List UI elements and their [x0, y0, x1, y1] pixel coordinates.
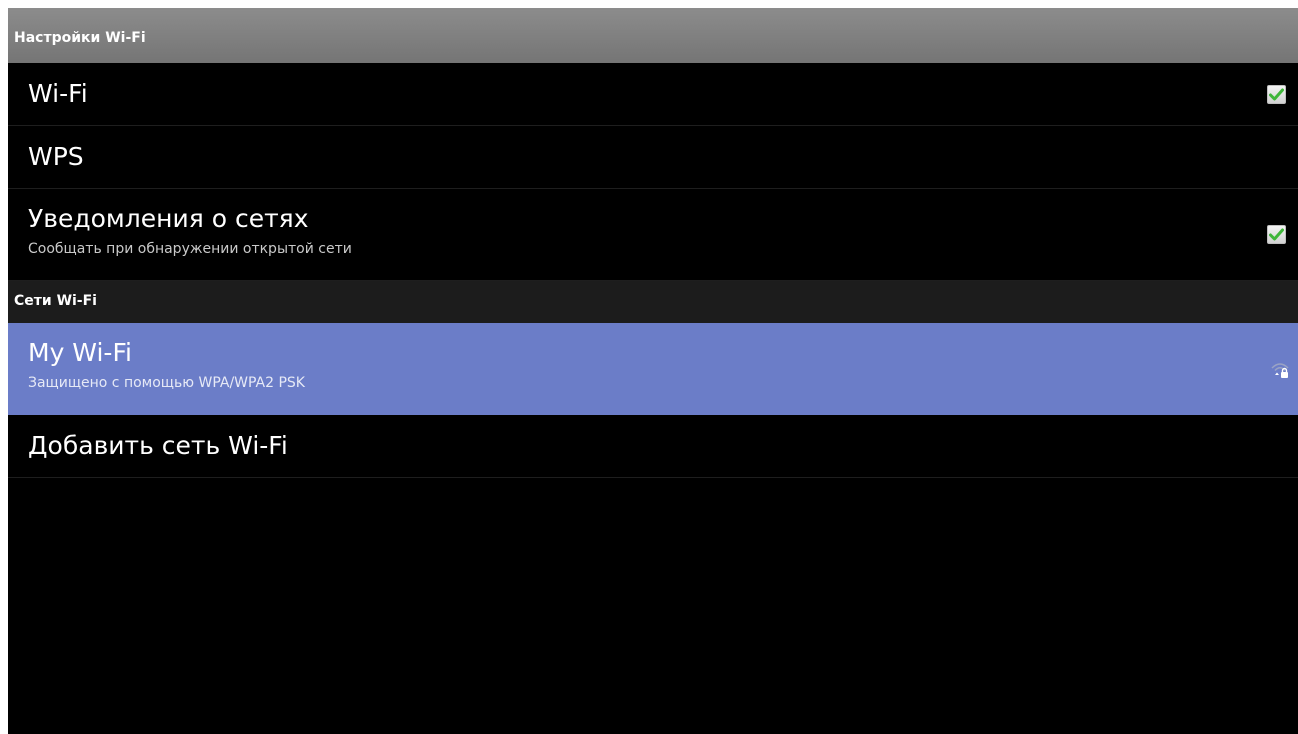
network-notifications-summary: Сообщать при обнаружении открытой сети: [28, 241, 352, 257]
wifi-checkbox[interactable]: [1267, 85, 1286, 104]
check-icon: [1269, 228, 1284, 241]
networks-section-header: Сети Wi-Fi: [8, 281, 1298, 323]
wifi-toggle-row[interactable]: Wi-Fi: [8, 63, 1298, 126]
wps-row[interactable]: WPS: [8, 126, 1298, 189]
add-network-row[interactable]: Добавить сеть Wi-Fi: [8, 415, 1298, 478]
wifi-toggle-label: Wi-Fi: [28, 79, 88, 108]
network-notifications-row[interactable]: Уведомления о сетях Сообщать при обнаруж…: [8, 189, 1298, 281]
network-name: My Wi-Fi: [28, 338, 132, 367]
check-icon: [1269, 88, 1284, 101]
wifi-settings-screen: Настройки Wi-Fi Wi-Fi WPS Уведомления о …: [8, 8, 1298, 734]
network-notifications-label: Уведомления о сетях: [28, 204, 309, 233]
add-network-label: Добавить сеть Wi-Fi: [28, 431, 288, 460]
page-title: Настройки Wi-Fi: [8, 8, 1298, 63]
network-item-my-wifi[interactable]: My Wi-Fi Защищено с помощью WPA/WPA2 PSK: [8, 323, 1298, 415]
network-notifications-checkbox[interactable]: [1267, 225, 1286, 244]
network-security: Защищено с помощью WPA/WPA2 PSK: [28, 375, 305, 391]
wifi-lock-icon: [1271, 363, 1289, 378]
wps-label: WPS: [28, 142, 84, 171]
